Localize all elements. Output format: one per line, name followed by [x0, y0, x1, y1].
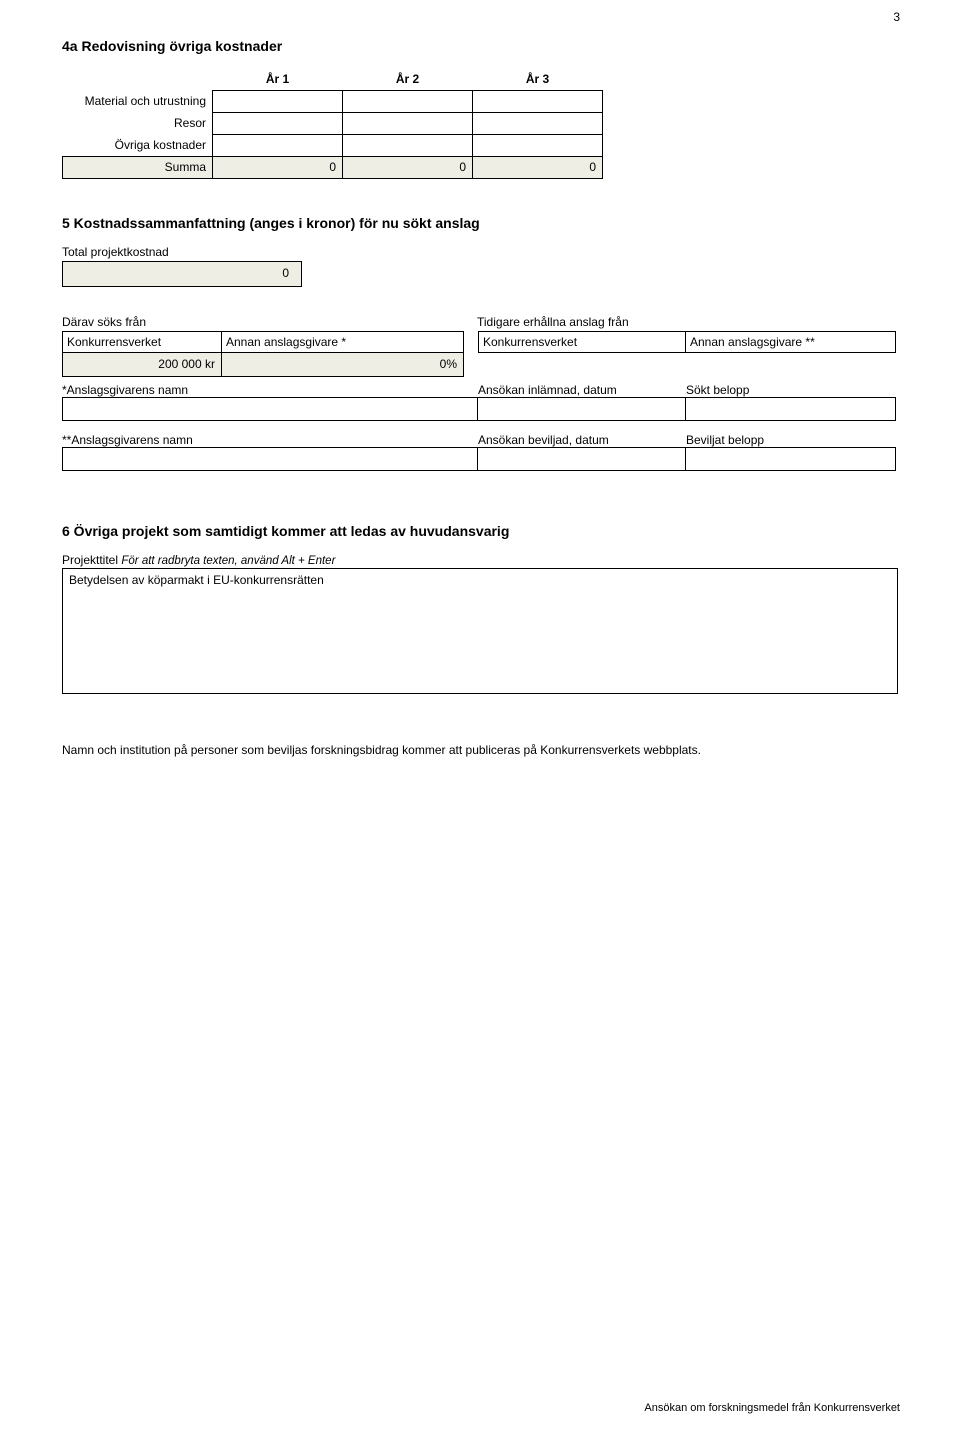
sokt-belopp-input[interactable]: [686, 397, 896, 421]
col-year3: År 3: [473, 68, 603, 90]
projekttitel-input[interactable]: Betydelsen av köparmakt i EU-konkurrensr…: [62, 568, 898, 694]
total-projektkostnad-value: 0: [62, 261, 302, 287]
total-projektkostnad-label: Total projektkostnad: [62, 245, 900, 259]
row-resor-label: Resor: [63, 112, 213, 134]
section-5-title: 5 Kostnadssammanfattning (anges i kronor…: [62, 215, 900, 231]
table-row: Övriga kostnader: [63, 134, 603, 156]
konkurrensverket-1: Konkurrensverket: [62, 331, 222, 353]
col-year1: År 1: [213, 68, 343, 90]
anslagsgivare2-input[interactable]: [62, 447, 478, 471]
annan-anslagsgivare-2: Annan anslagsgivare **: [686, 331, 896, 353]
anslagsgivare1-input[interactable]: [62, 397, 478, 421]
cell[interactable]: [473, 134, 603, 156]
section-6-title: 6 Övriga projekt som samtidigt kommer at…: [62, 523, 900, 539]
inlamnad-datum-label: Ansökan inlämnad, datum: [478, 383, 686, 397]
beviljad-datum-input[interactable]: [478, 447, 686, 471]
beviljat-belopp-input[interactable]: [686, 447, 896, 471]
table-row: Resor: [63, 112, 603, 134]
anslagsgivare2-row: [62, 447, 900, 471]
cell[interactable]: [213, 90, 343, 112]
annan-anslagsgivare-1: Annan anslagsgivare *: [222, 331, 464, 353]
anslagsgivare1-label: *Anslagsgivarens namn: [62, 383, 478, 397]
disclaimer-text: Namn och institution på personer som bev…: [62, 742, 802, 758]
summa-y1: 0: [213, 156, 343, 178]
page-number: 3: [893, 10, 900, 24]
cell[interactable]: [343, 112, 473, 134]
cell[interactable]: [213, 112, 343, 134]
projekttitel-label: Projekttitel: [62, 553, 118, 567]
beviljad-datum-label: Ansökan beviljad, datum: [478, 433, 686, 447]
summa-y2: 0: [343, 156, 473, 178]
row-material-label: Material och utrustning: [63, 90, 213, 112]
table-row-summa: Summa 0 0 0: [63, 156, 603, 178]
footer-text: Ansökan om forskningsmedel från Konkurre…: [644, 1402, 900, 1414]
anslagsgivare2-label: **Anslagsgivarens namn: [62, 433, 478, 447]
inlamnad-datum-input[interactable]: [478, 397, 686, 421]
projekttitel-hint: För att radbryta texten, använd Alt + En…: [121, 555, 335, 567]
cell[interactable]: [473, 90, 603, 112]
summa-y3: 0: [473, 156, 603, 178]
funder-value-row: 200 000 kr 0%: [62, 353, 900, 377]
section-4a-title: 4a Redovisning övriga kostnader: [62, 38, 900, 54]
col-year2: År 2: [343, 68, 473, 90]
beviljat-belopp-label: Beviljat belopp: [686, 433, 900, 447]
konkurrensverket-2: Konkurrensverket: [478, 331, 686, 353]
table-row: Material och utrustning: [63, 90, 603, 112]
tidigare-erhallna-label: Tidigare erhållna anslag från: [477, 315, 900, 329]
cell[interactable]: [213, 134, 343, 156]
darav-soks-fran-label: Därav söks från: [62, 315, 477, 329]
table-4a: År 1 År 2 År 3 Material och utrustning R…: [62, 68, 603, 179]
percent-value: 0%: [222, 353, 464, 377]
row-summa-label: Summa: [63, 156, 213, 178]
sokt-belopp-label: Sökt belopp: [686, 383, 900, 397]
cell[interactable]: [473, 112, 603, 134]
cell[interactable]: [343, 134, 473, 156]
cell[interactable]: [343, 90, 473, 112]
anslagsgivare1-row: [62, 397, 900, 421]
row-ovriga-label: Övriga kostnader: [63, 134, 213, 156]
funder-header-row: Konkurrensverket Annan anslagsgivare * K…: [62, 331, 900, 353]
amount-requested: 200 000 kr: [62, 353, 222, 377]
